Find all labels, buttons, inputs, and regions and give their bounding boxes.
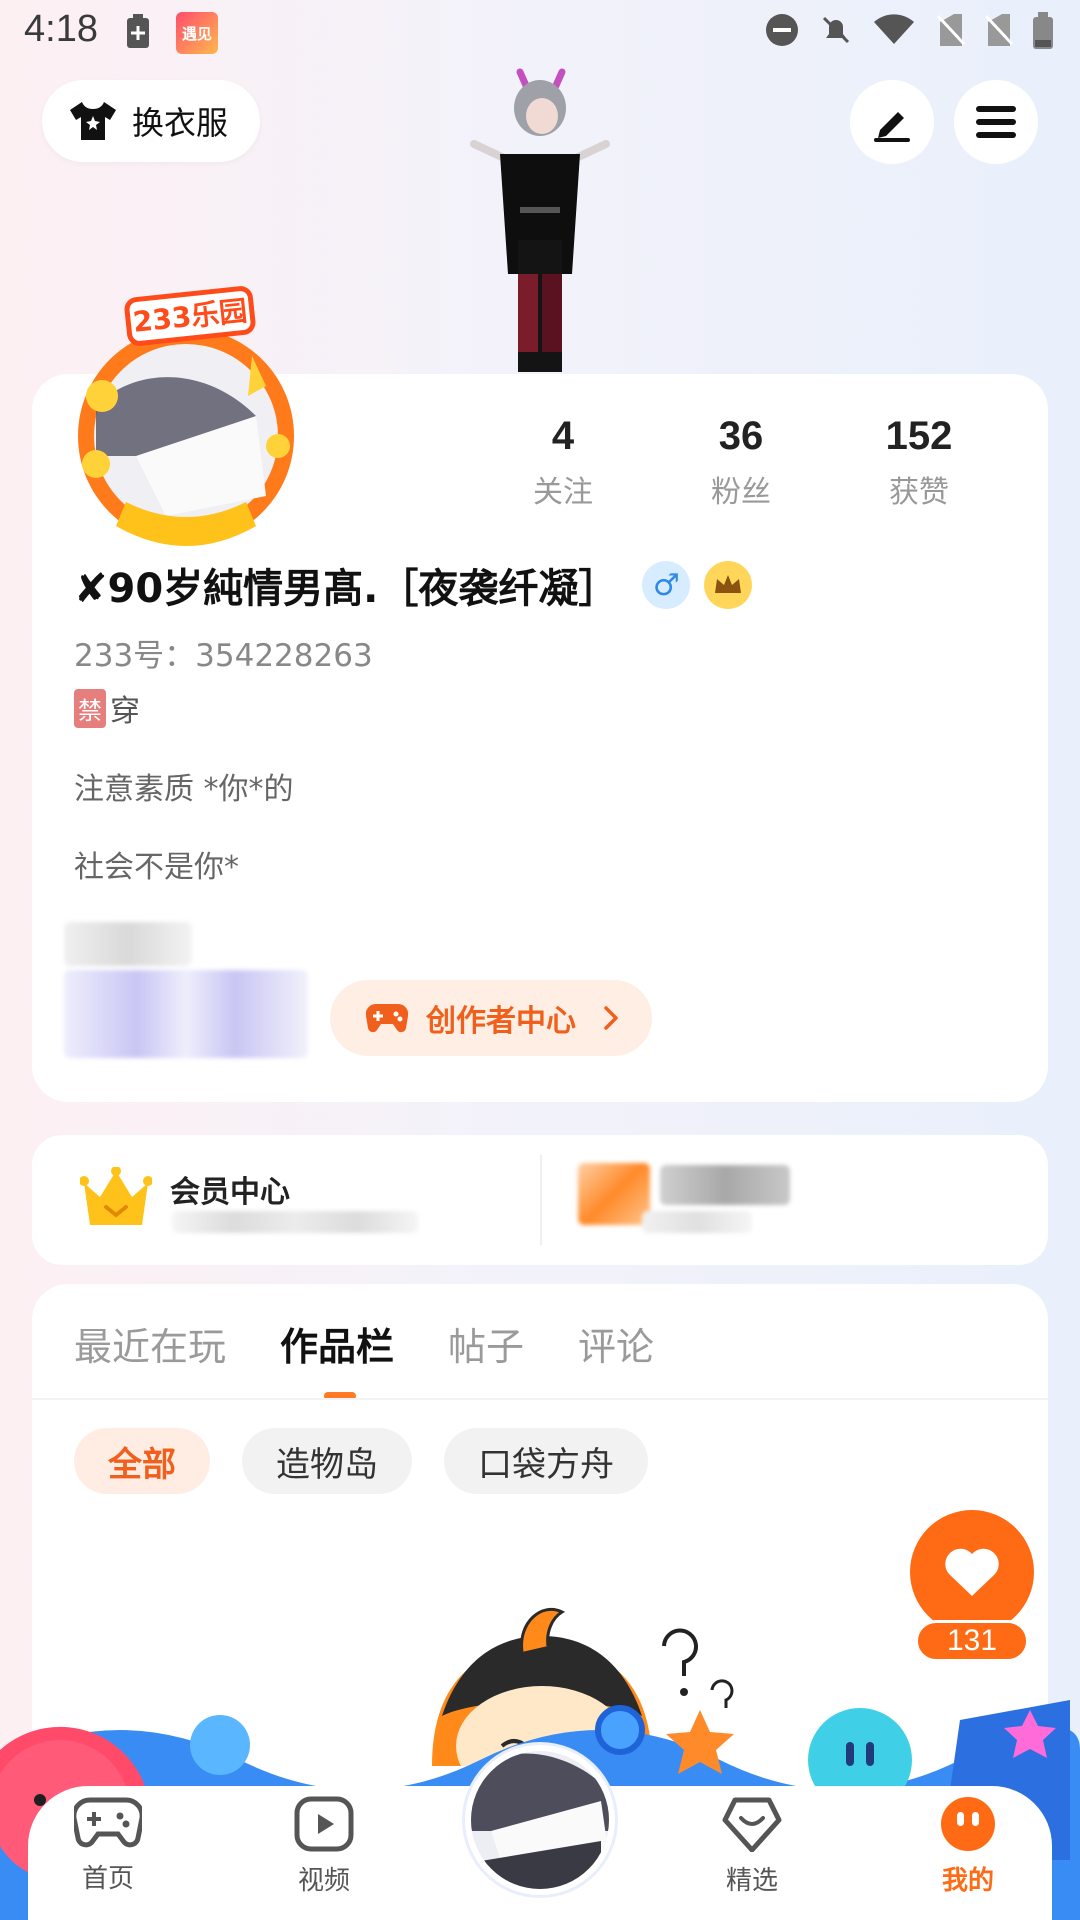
blurred-secondary-subtitle: [642, 1211, 752, 1233]
avatar-frame[interactable]: 233乐园: [56, 286, 326, 556]
bio-line-2: 社会不是你*: [74, 850, 239, 885]
nav-home[interactable]: 首页: [48, 1796, 168, 1895]
profile-card: 233乐园 4 关注 36 粉丝 152 获赞 ✘90岁純情男髙.［夜袭纤凝］ …: [32, 286, 1048, 1102]
tag-text: 穿: [110, 694, 140, 729]
nav-video[interactable]: 视频: [264, 1796, 384, 1897]
content-tabs: 最近在玩 作品栏 帖子 评论: [74, 1316, 654, 1371]
gender-male-icon: ♂: [642, 561, 691, 609]
bio-line-1: 注意素质 *你*的: [74, 772, 294, 807]
chip-pocket-ark[interactable]: 口袋方舟: [444, 1428, 648, 1494]
signal-off-icon-2: [984, 14, 1014, 46]
do-not-disturb-icon: [766, 14, 798, 46]
gender-symbol: ♂: [652, 567, 680, 603]
app-notification-icon: 遇见: [176, 12, 218, 54]
signal-off-icon-1: [936, 14, 966, 46]
member-center-title: 会员中心: [170, 1175, 290, 1210]
likes-label: 获赞: [889, 475, 949, 510]
followers-label: 粉丝: [711, 475, 771, 510]
app-badge-text: 遇见: [181, 24, 212, 43]
nav-mine-label: 我的: [941, 1866, 994, 1896]
like-count: 131: [915, 1620, 1029, 1662]
tab-recently-played[interactable]: 最近在玩: [74, 1316, 226, 1371]
profile-stats: 4 关注 36 粉丝 152 获赞: [474, 414, 1008, 511]
blurred-member-subtitle: [172, 1211, 418, 1233]
nav-featured-label: 精选: [725, 1866, 778, 1896]
chip-all[interactable]: 全部: [74, 1428, 210, 1494]
crown-badge-icon[interactable]: [704, 561, 753, 609]
battery-saver-icon: [127, 14, 149, 48]
heart-shield-icon: [722, 1797, 782, 1853]
nav-center-avatar[interactable]: [465, 1745, 615, 1895]
nav-featured[interactable]: 精选: [692, 1796, 812, 1897]
wifi-icon: [874, 14, 914, 44]
user-id: 233号：354228263: [74, 638, 373, 674]
change-outfit-label: 换衣服: [132, 104, 229, 142]
blurred-secondary-title: [660, 1165, 790, 1205]
character-avatar[interactable]: [470, 60, 610, 372]
chip-creation-island[interactable]: 造物岛: [242, 1428, 412, 1494]
user-avatar: [471, 1751, 609, 1889]
member-card: 会员中心: [32, 1135, 1048, 1265]
tab-works[interactable]: 作品栏: [280, 1316, 394, 1371]
stat-followers[interactable]: 36 粉丝: [652, 414, 830, 511]
member-center-entry[interactable]: 会员中心: [32, 1135, 540, 1265]
following-count: 4: [551, 414, 575, 458]
followers-count: 36: [718, 414, 764, 458]
blurred-secondary-icon: [578, 1163, 650, 1225]
status-time: 4:18: [24, 8, 98, 50]
menu-button[interactable]: [954, 80, 1038, 164]
gamepad-icon: [366, 1003, 408, 1033]
creator-center-button[interactable]: 创作者中心: [330, 980, 652, 1056]
nickname: ✘90岁純情男髙.［夜袭纤凝］: [74, 566, 619, 612]
like-button[interactable]: [910, 1510, 1034, 1634]
tabs-divider: [32, 1398, 1048, 1400]
tab-comments[interactable]: 评论: [578, 1316, 654, 1371]
pen-icon: [874, 112, 910, 142]
change-outfit-button[interactable]: 换衣服: [42, 80, 260, 162]
edit-profile-button[interactable]: [850, 80, 934, 164]
gamepad-icon: [71, 1797, 145, 1848]
bell-off-icon: [822, 16, 850, 44]
creator-center-label: 创作者中心: [426, 1004, 576, 1039]
nav-mine[interactable]: 我的: [908, 1796, 1028, 1897]
blurred-badges: [64, 970, 308, 1058]
nav-home-label: 首页: [81, 1864, 134, 1894]
battery-icon: [1033, 12, 1053, 49]
play-icon: [294, 1796, 354, 1852]
blurred-info-1: [64, 922, 192, 966]
menu-icon: [976, 106, 1016, 138]
nickname-row: ✘90岁純情男髙.［夜袭纤凝］ ♂: [74, 556, 753, 614]
tshirt-icon: [70, 102, 116, 140]
crown-icon: [80, 1167, 152, 1225]
tag-row: 禁 穿: [74, 686, 140, 730]
likes-count: 152: [885, 414, 953, 458]
following-label: 关注: [533, 475, 593, 510]
nav-video-label: 视频: [297, 1866, 350, 1896]
tab-posts[interactable]: 帖子: [448, 1316, 524, 1371]
filter-chips: 全部 造物岛 口袋方舟: [74, 1428, 648, 1494]
heart-icon: [945, 1548, 999, 1596]
member-secondary-entry[interactable]: [542, 1135, 1048, 1265]
chevron-right-icon: [604, 1006, 618, 1030]
smiley-icon: [941, 1797, 995, 1851]
status-bar: 4:18 遇见: [0, 0, 1080, 62]
tag-chip: 禁: [74, 688, 106, 728]
stat-likes[interactable]: 152 获赞: [830, 414, 1008, 511]
stat-following[interactable]: 4 关注: [474, 414, 652, 511]
